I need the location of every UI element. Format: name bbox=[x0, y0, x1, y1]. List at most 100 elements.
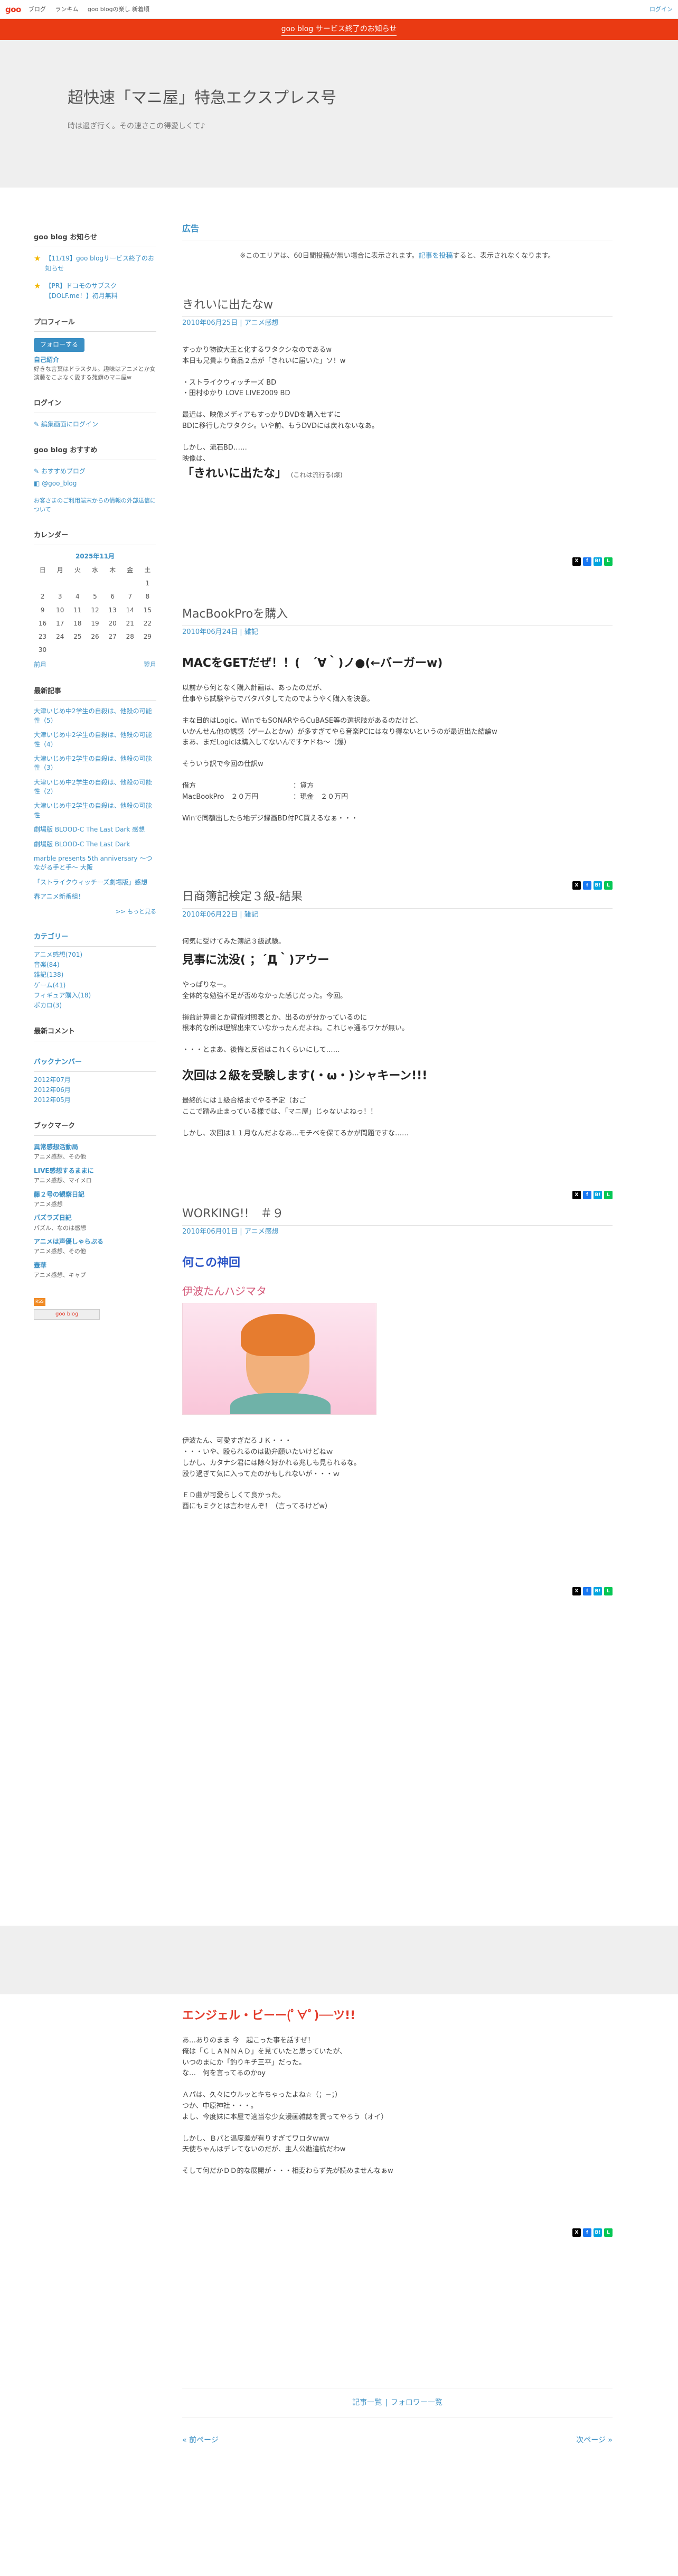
service-notice-bar[interactable]: goo blog サービス終了のお知らせ bbox=[0, 19, 678, 40]
backnumber-link[interactable]: 2012年05月 bbox=[34, 1095, 156, 1105]
entry-title[interactable]: 日商簿記検定３級-結果 bbox=[182, 888, 613, 909]
next-page-link[interactable]: 次ページ » bbox=[576, 2434, 613, 2446]
line-share-icon[interactable]: L bbox=[604, 557, 613, 566]
external-transmission-link[interactable]: お客さまのご利用端末からの情報の外部送信について bbox=[34, 496, 156, 515]
bookmark-title[interactable]: 藤２号の観察日記 bbox=[34, 1190, 156, 1200]
category-link[interactable]: アニメ感想(701) bbox=[34, 950, 156, 960]
hatena-share-icon[interactable]: B! bbox=[594, 557, 602, 566]
entry-category[interactable]: 雑記 bbox=[244, 911, 258, 919]
character-image[interactable] bbox=[182, 1303, 376, 1415]
recent-article-link[interactable]: 大津いじめ中2学生の自殺は、他殺の可能性 bbox=[34, 801, 156, 820]
facebook-share-icon[interactable]: f bbox=[583, 1191, 591, 1200]
recent-article-link[interactable]: marble presents 5th anniversary 〜つながる手と手… bbox=[34, 854, 156, 873]
calendar-weekday: 火 bbox=[74, 566, 81, 574]
nav-blog[interactable]: ブログ bbox=[29, 6, 46, 13]
category-link[interactable]: フィギュア購入(18) bbox=[34, 991, 156, 1001]
x-share-icon[interactable]: X bbox=[572, 1191, 581, 1200]
recommend-link[interactable]: ✎ おすすめブログ bbox=[34, 466, 156, 477]
entry-date[interactable]: 2010年06月24日 bbox=[182, 628, 238, 636]
follower-list-link[interactable]: フォロワー一覧 bbox=[391, 2397, 442, 2409]
entry-date[interactable]: 2010年06月22日 bbox=[182, 911, 238, 919]
blog-title[interactable]: 超快速「マニ屋」特急エクスプレス号 bbox=[68, 86, 678, 111]
bookmark-title[interactable]: 壺華 bbox=[34, 1261, 156, 1271]
facebook-share-icon[interactable]: f bbox=[583, 557, 591, 566]
entry-category[interactable]: 雑記 bbox=[244, 628, 258, 636]
entry-category[interactable]: アニメ感想 bbox=[244, 1228, 279, 1236]
bookmark-title[interactable]: 異常感想活動局 bbox=[34, 1142, 156, 1152]
goo-notice-block: goo blog お知らせ ★ 【11/19】goo blogサービス終了のお知ら… bbox=[34, 232, 156, 302]
hatena-share-icon[interactable]: B! bbox=[594, 1587, 602, 1596]
rss-block: RSS goo blog bbox=[34, 1296, 156, 1320]
recent-article-link[interactable]: 大津いじめ中2学生の自殺は、他殺の可能性（3） bbox=[34, 754, 156, 773]
facebook-share-icon[interactable]: f bbox=[583, 2228, 591, 2237]
backnumber-link[interactable]: 2012年06月 bbox=[34, 1085, 156, 1095]
bookmark-title[interactable]: パズラズ日記 bbox=[34, 1213, 156, 1223]
calendar-day bbox=[86, 643, 103, 657]
recent-article-link[interactable]: 劇場版 BLOOD-C The Last Dark bbox=[34, 840, 156, 849]
body-line: 最終的には１級合格までやる予定（おご bbox=[182, 1097, 306, 1105]
line-share-icon[interactable]: L bbox=[604, 2228, 613, 2237]
bookmark-title[interactable]: LIVE感想するままに bbox=[34, 1166, 156, 1176]
entry-date[interactable]: 2010年06月25日 bbox=[182, 319, 238, 327]
ad-block: 広告 ※このエリアは、60日間投稿が無い場合に表示されます。記事を投稿すると、表… bbox=[182, 222, 613, 262]
x-share-icon[interactable]: X bbox=[572, 557, 581, 566]
facebook-share-icon[interactable]: f bbox=[583, 1587, 591, 1596]
category-link[interactable]: ゲーム(41) bbox=[34, 981, 156, 991]
service-notice-text[interactable]: goo blog サービス終了のお知らせ bbox=[281, 23, 397, 36]
notice-item[interactable]: ★ 【11/19】goo blogサービス終了のお知らせ bbox=[34, 254, 156, 274]
entry-title[interactable]: MacBookProを購入 bbox=[182, 605, 613, 627]
calendar-prev-link[interactable]: 前月 bbox=[34, 660, 46, 670]
calendar-next-link[interactable]: 翌月 bbox=[144, 660, 156, 670]
recent-article-link[interactable]: 大津いじめ中2学生の自殺は、他殺の可能性（2） bbox=[34, 778, 156, 797]
twitter-link[interactable]: ◧ @goo_blog bbox=[34, 479, 156, 489]
line-share-icon[interactable]: L bbox=[604, 1191, 613, 1200]
category-link[interactable]: 音楽(84) bbox=[34, 960, 156, 970]
category-link[interactable]: ポカロ(3) bbox=[34, 1001, 156, 1011]
sidebar: goo blog お知らせ ★ 【11/19】goo blogサービス終了のお知ら… bbox=[34, 232, 156, 1320]
edit-login-link[interactable]: ✎ 編集画面にログイン bbox=[34, 419, 156, 430]
post-article-link[interactable]: 記事を投稿 bbox=[418, 252, 453, 260]
x-share-icon[interactable]: X bbox=[572, 2228, 581, 2237]
nav-new[interactable]: goo blogの楽し 新着順 bbox=[88, 6, 149, 13]
follow-button[interactable]: フォローする bbox=[34, 338, 85, 352]
calendar-day: 22 bbox=[143, 619, 152, 627]
entry-date[interactable]: 2010年06月01日 bbox=[182, 1228, 238, 1236]
recent-article-link[interactable]: 大津いじめ中2学生の自殺は、他殺の可能性（5） bbox=[34, 707, 156, 725]
main-column: 広告 ※このエリアは、60日間投稿が無い場合に表示されます。記事を投稿すると、表… bbox=[182, 222, 613, 2444]
body-line: 天使ちゃんはデレてないのだが、主人公勘違杭だわw bbox=[182, 2145, 346, 2154]
article-list-link[interactable]: 記事一覧 bbox=[352, 2397, 382, 2409]
login-link[interactable]: ログイン bbox=[649, 5, 673, 14]
notice-link[interactable]: 【11/19】goo blogサービス終了のお知らせ bbox=[45, 254, 156, 274]
nav-ranking[interactable]: ランキム bbox=[55, 6, 78, 13]
hatena-share-icon[interactable]: B! bbox=[594, 2228, 602, 2237]
goo-blog-badge[interactable]: goo blog bbox=[34, 1309, 100, 1320]
entry-title[interactable]: きれいに出たなw bbox=[182, 296, 613, 318]
body-line: Ａパは、久々にウルッとキちゃったよね☆（；−；） bbox=[182, 2091, 342, 2099]
backnumber-link[interactable]: 2012年07月 bbox=[34, 1075, 156, 1085]
notice-item[interactable]: ★ 【PR】ドコモのサブスク【DOLF.me！】初月無料 bbox=[34, 281, 156, 301]
entry-category[interactable]: アニメ感想 bbox=[244, 319, 279, 327]
recent-article-link[interactable]: 大津いじめ中2学生の自殺は、他殺の可能性（4） bbox=[34, 731, 156, 749]
x-share-icon[interactable]: X bbox=[572, 1587, 581, 1596]
rss-icon[interactable]: RSS bbox=[34, 1298, 45, 1306]
entry-title[interactable]: WORKING!! ＃９ bbox=[182, 1205, 613, 1226]
goo-logo[interactable]: goo bbox=[5, 3, 21, 16]
calendar-day bbox=[69, 643, 86, 657]
recent-more-link[interactable]: >> もっと見る bbox=[34, 907, 156, 917]
bookmark-title[interactable]: アニメは声優しゃらぷる bbox=[34, 1237, 156, 1247]
body-line: いつのまにか「釣りキチ三平」だった。 bbox=[182, 2058, 306, 2067]
ledger-row: MacBookPro ２０万円 ：現金 ２０万円 bbox=[182, 792, 349, 801]
calendar-day: 17 bbox=[56, 619, 64, 627]
body-line: 映像は、 bbox=[182, 454, 210, 463]
line-share-icon[interactable]: L bbox=[604, 1587, 613, 1596]
notice-link[interactable]: 【PR】ドコモのサブスク【DOLF.me！】初月無料 bbox=[45, 281, 156, 301]
category-link[interactable]: 雑記(138) bbox=[34, 970, 156, 980]
recent-article-link[interactable]: 劇場版 BLOOD-C The Last Dark 感想 bbox=[34, 825, 156, 834]
hatena-share-icon[interactable]: B! bbox=[594, 1191, 602, 1200]
prev-page-link[interactable]: « 前ページ bbox=[182, 2434, 219, 2446]
recent-article-link[interactable]: 春アニメ新番組！ bbox=[34, 892, 156, 901]
recent-article-link[interactable]: 「ストライクウィッチーズ劇場版」感想 bbox=[34, 878, 156, 887]
entry-meta: 2010年06月22日 | 雑記 bbox=[182, 911, 258, 919]
top-bar: goo ブログ ランキム goo blogの楽し 新着順 ログイン bbox=[0, 0, 678, 19]
